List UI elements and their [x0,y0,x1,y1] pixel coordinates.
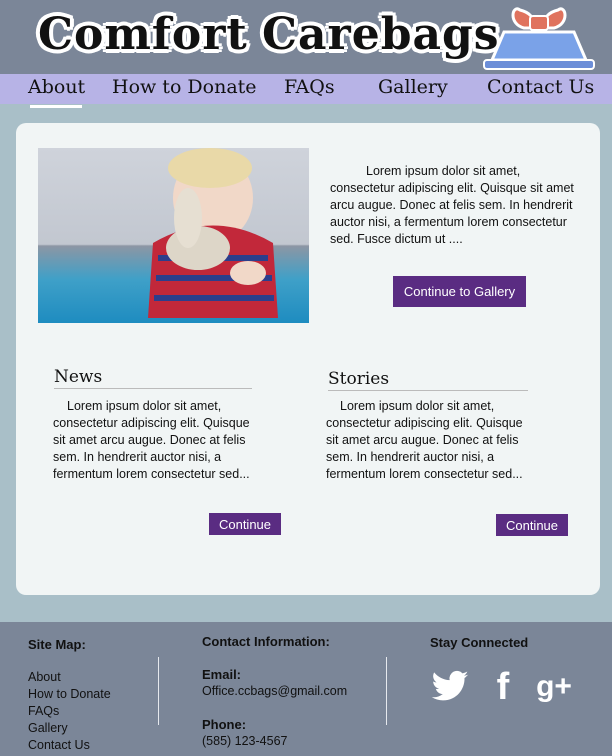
nav-item-gallery[interactable]: Gallery [378,76,448,98]
phone-number: (585) 123-4567 [202,734,288,748]
stay-connected-heading: Stay Connected [430,635,529,650]
facebook-icon[interactable]: f [488,667,518,707]
news-continue-button[interactable]: Continue [209,513,281,535]
footer-divider-left [158,657,159,725]
sitemap-link-contact-us[interactable]: Contact Us [28,737,111,754]
footer-divider-right [386,657,387,725]
logo-word-carebags[interactable]: Carebags [262,6,500,64]
stories-text: Lorem ipsum dolor sit amet, consectetur … [326,399,523,481]
nav-item-faqs[interactable]: FAQs [284,76,335,98]
email-address[interactable]: Office.ccbags@gmail.com [202,683,347,700]
photo-illustration [148,148,278,318]
site-header: Comfort Carebags [0,0,612,74]
main-nav: About How to Donate FAQs Gallery Contact… [0,74,612,104]
news-heading: News [54,367,252,389]
google-plus-icon[interactable]: g+ [534,667,574,707]
sitemap-heading: Site Map: [28,637,86,652]
child-with-bunny-photo [38,148,309,323]
nav-item-contact-us[interactable]: Contact Us [487,76,594,98]
nav-item-about[interactable]: About [28,76,85,98]
nav-active-indicator [30,105,82,108]
continue-to-gallery-button[interactable]: Continue to Gallery [393,276,526,307]
carebag-logo-icon [483,7,595,70]
news-text: Lorem ipsum dolor sit amet, consectetur … [53,399,250,481]
sitemap-links: About How to Donate FAQs Gallery Contact… [28,669,111,754]
logo-word-comfort[interactable]: Comfort [38,6,248,64]
intro-text: Lorem ipsum dolor sit amet, consectetur … [330,164,574,246]
stories-continue-button[interactable]: Continue [496,514,568,536]
stories-heading: Stories [328,369,528,391]
phone-label: Phone: [202,717,247,732]
email-label: Email: [202,667,242,682]
sitemap-link-faqs[interactable]: FAQs [28,703,111,720]
sitemap-link-gallery[interactable]: Gallery [28,720,111,737]
twitter-icon[interactable] [428,667,472,707]
sitemap-link-how-to-donate[interactable]: How to Donate [28,686,111,703]
sitemap-link-about[interactable]: About [28,669,111,686]
contact-heading: Contact Information: [202,634,330,649]
nav-item-how-to-donate[interactable]: How to Donate [112,76,257,98]
